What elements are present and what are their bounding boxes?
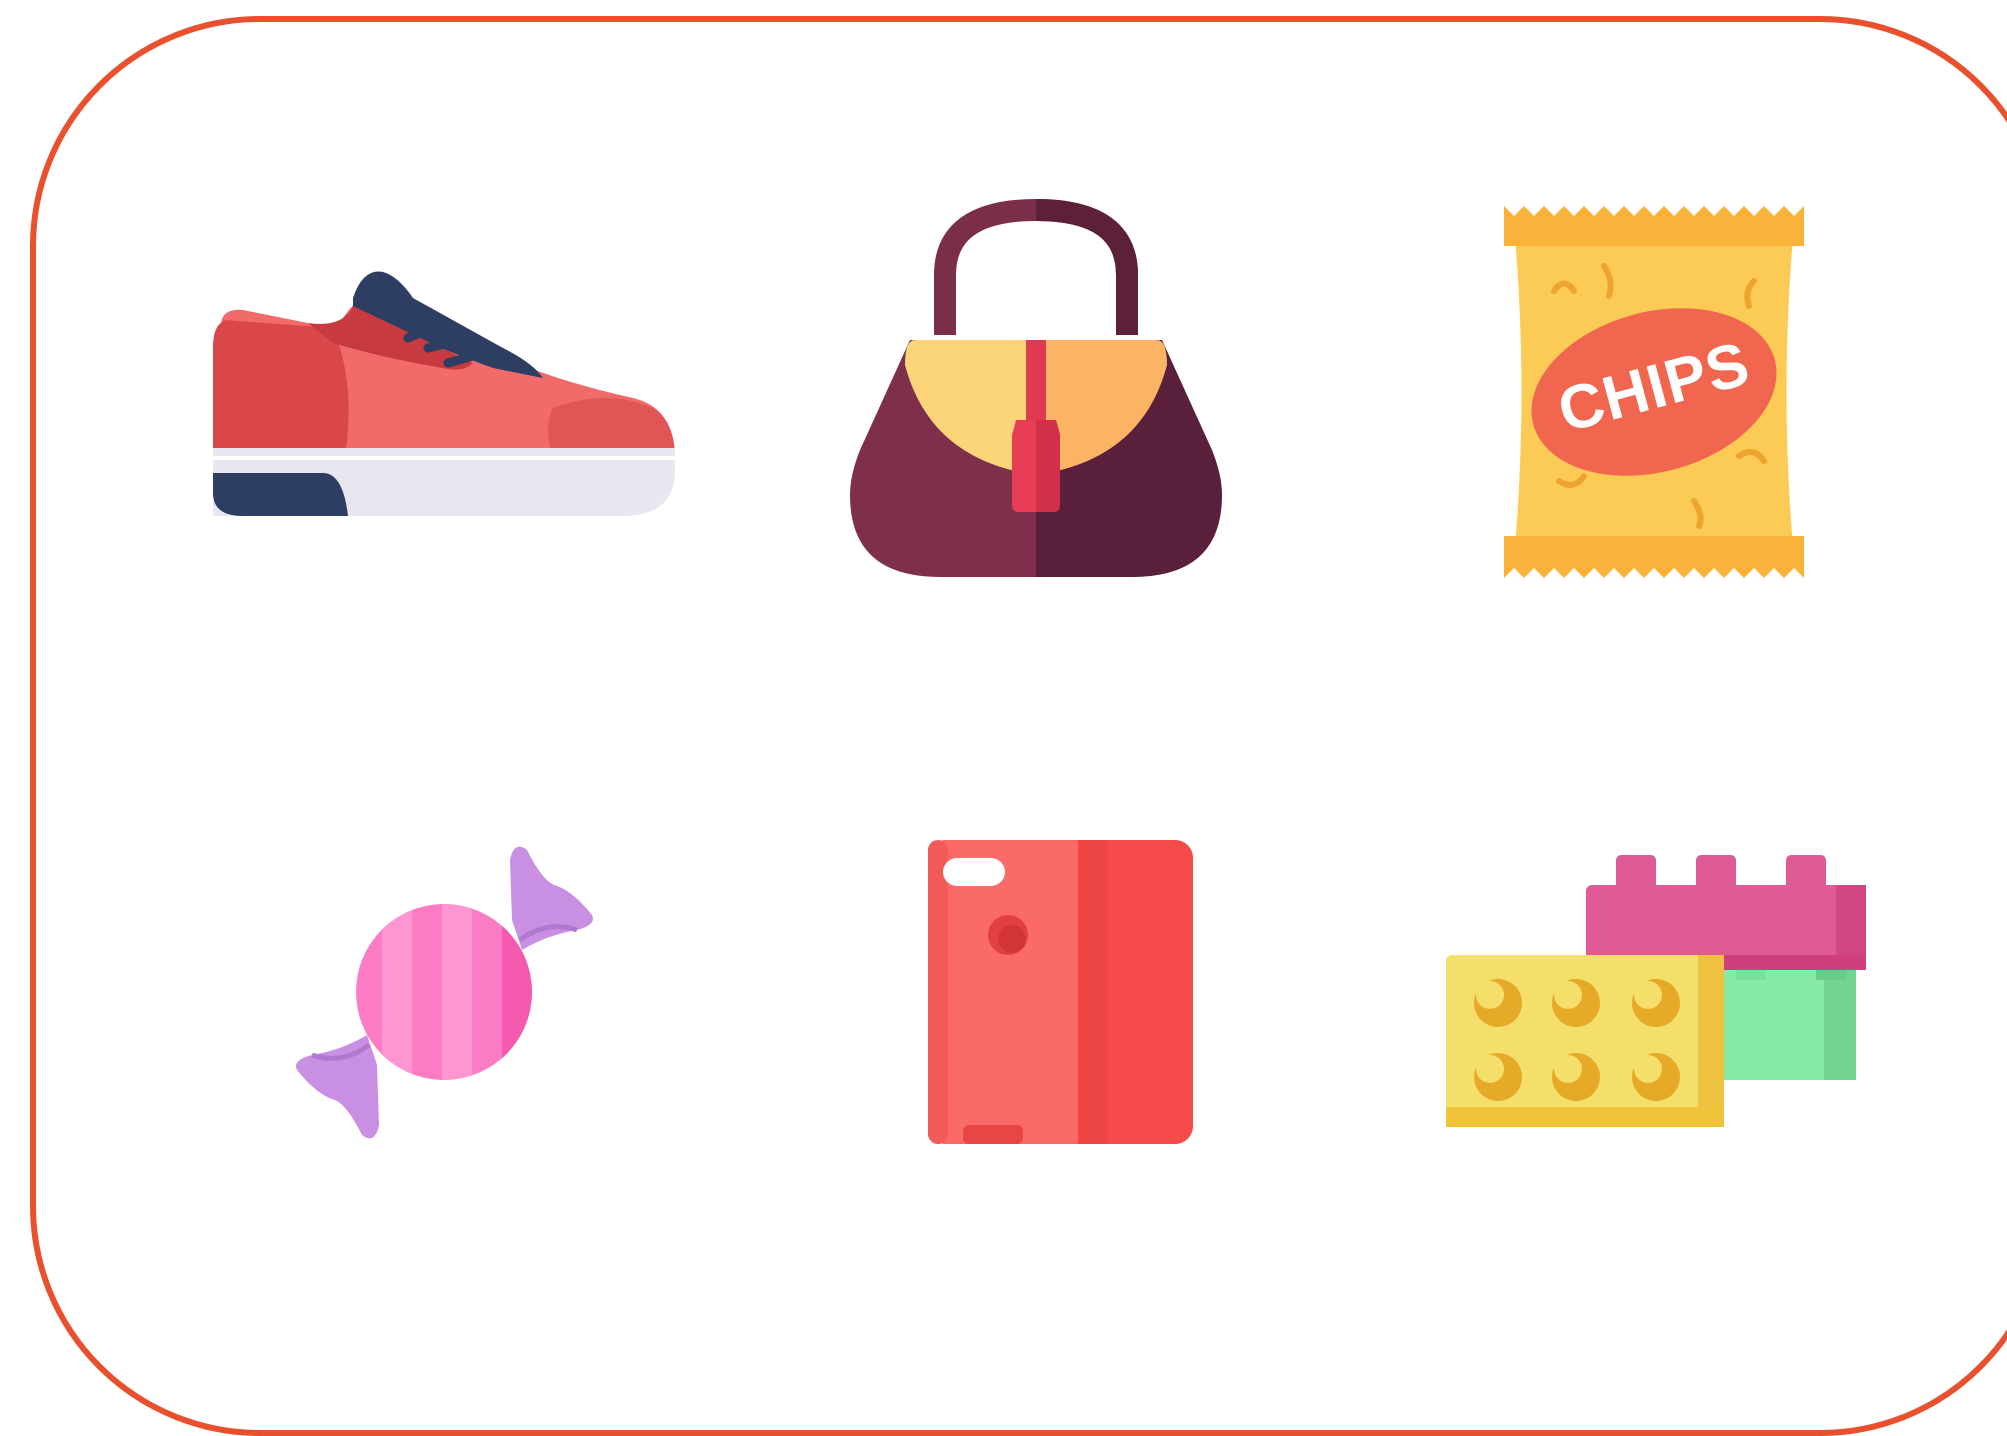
- chips-bag-icon: CHIPS: [1504, 206, 1804, 578]
- candy-icon: [292, 840, 597, 1145]
- sneaker-icon: [213, 268, 675, 516]
- toy-bricks-icon: [1446, 855, 1866, 1130]
- handbag-icon: [850, 198, 1222, 577]
- phone-case-icon: [928, 840, 1193, 1144]
